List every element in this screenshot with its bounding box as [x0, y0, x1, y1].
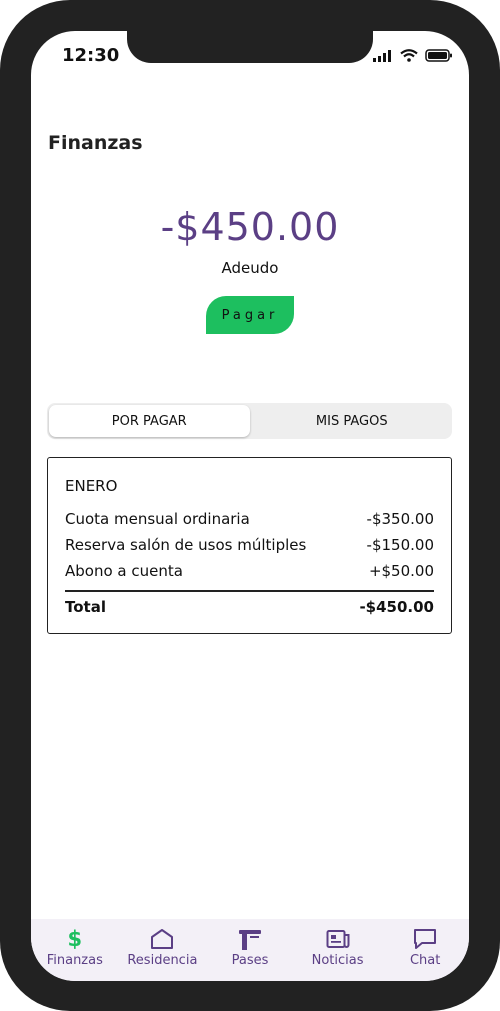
signal-icon: [373, 49, 391, 62]
dollar-icon: $: [67, 927, 83, 951]
house-icon: [150, 927, 174, 951]
nav-item-finanzas[interactable]: $ Finanzas: [33, 919, 117, 981]
nav-label: Pases: [231, 953, 269, 968]
tab-bar: POR PAGAR MIS PAGOS: [47, 403, 452, 439]
nav-item-noticias[interactable]: Noticias: [296, 919, 380, 981]
statement-total-row: Total -$450.00: [65, 598, 434, 616]
row-label: Cuota mensual ordinaria: [65, 510, 250, 528]
row-label: Reserva salón de usos múltiples: [65, 536, 307, 554]
nav-item-residencia[interactable]: Residencia: [120, 919, 204, 981]
statement-row: Reserva salón de usos múltiples -$150.00: [65, 536, 434, 554]
nav-label: Noticias: [311, 953, 364, 968]
status-icons: [373, 49, 453, 62]
row-amount: +$50.00: [368, 562, 434, 580]
bottom-nav: $ Finanzas Residencia Pases Noticias Cha…: [31, 919, 469, 981]
nav-item-pases[interactable]: Pases: [208, 919, 292, 981]
page-title: Finanzas: [48, 132, 143, 154]
nav-item-chat[interactable]: Chat: [383, 919, 467, 981]
total-amount: -$450.00: [359, 598, 434, 616]
tab-mis-pagos[interactable]: MIS PAGOS: [252, 403, 453, 439]
nav-label: Residencia: [127, 953, 198, 968]
statement-row: Abono a cuenta +$50.00: [65, 562, 434, 580]
battery-icon: [425, 49, 452, 62]
statement-month: ENERO: [65, 477, 118, 495]
statement-row: Cuota mensual ordinaria -$350.00: [65, 510, 434, 528]
row-amount: -$150.00: [366, 536, 434, 554]
wifi-icon: [400, 49, 418, 62]
notch: [127, 31, 373, 63]
balance-label: Adeudo: [221, 259, 279, 277]
divider: [65, 590, 434, 592]
tab-por-pagar[interactable]: POR PAGAR: [49, 405, 250, 437]
app-screen: 12:30 Finanzas -$450.00 Adeudo Pagar POR…: [31, 31, 469, 981]
nav-label: Chat: [409, 953, 441, 968]
balance-amount: -$450.00: [160, 205, 340, 249]
chat-bubble-icon: [413, 927, 437, 951]
statement-card: ENERO Cuota mensual ordinaria -$350.00 R…: [47, 457, 452, 634]
total-label: Total: [65, 598, 106, 616]
row-amount: -$350.00: [366, 510, 434, 528]
phone-frame: 12:30 Finanzas -$450.00 Adeudo Pagar POR…: [0, 0, 500, 1011]
pay-button[interactable]: Pagar: [206, 296, 294, 334]
gate-icon: [237, 927, 263, 951]
row-label: Abono a cuenta: [65, 562, 183, 580]
newspaper-icon: [326, 927, 350, 951]
status-time: 12:30: [62, 45, 120, 66]
nav-label: Finanzas: [46, 953, 103, 968]
